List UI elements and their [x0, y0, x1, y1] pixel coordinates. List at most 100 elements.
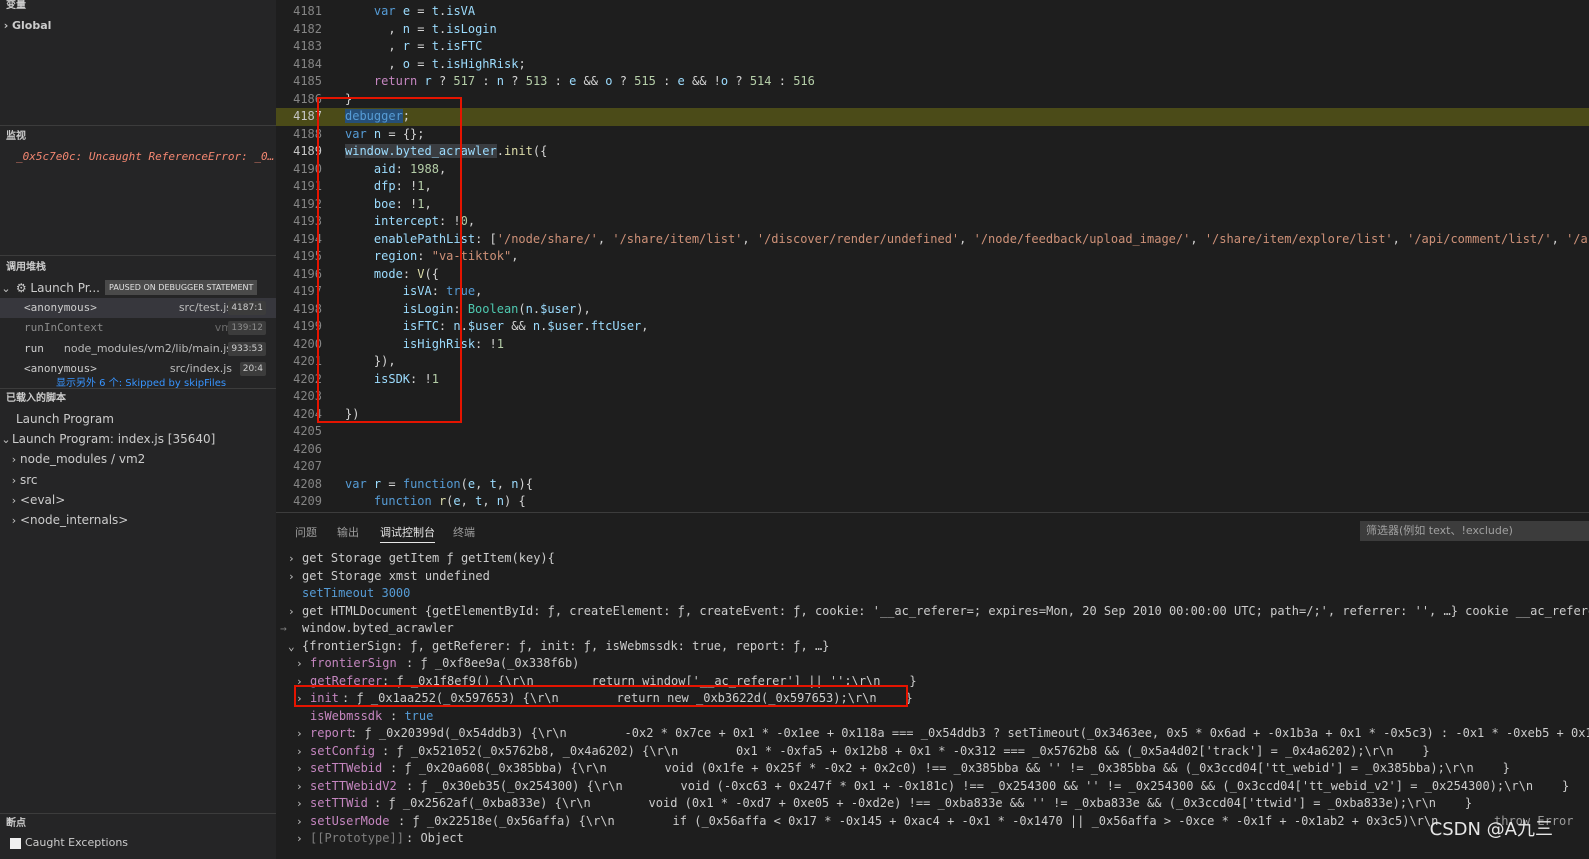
caught-exceptions-option[interactable]: Caught Exceptions [10, 833, 276, 853]
watch-section-header[interactable]: 监视 [0, 128, 276, 146]
loaded-scripts-section-header[interactable]: 已载入的脚本 [0, 390, 276, 408]
chevron-right-icon: › [11, 514, 17, 527]
callstack-session[interactable]: ⌄ ⚙ Launch Pr... PAUSED ON DEBUGGER STAT… [0, 278, 276, 298]
chevron-right-icon: › [3, 19, 9, 32]
tab-problems[interactable]: 问题 [295, 523, 317, 543]
skipped-frames-link[interactable]: 显示另外 6 个: Skipped by skipFiles [56, 377, 276, 388]
object-property[interactable]: › [[Prototype]]: Object [276, 830, 1589, 848]
stack-frame[interactable]: <anonymous> src/index.js 20:4 [0, 359, 276, 379]
tab-debug-console[interactable]: 调试控制台 [380, 523, 435, 543]
console-result-line[interactable]: ⌄ {frontierSign: ƒ, getReferer: ƒ, init: … [276, 638, 1589, 656]
debug-sidebar: 变量 › Global 监视 _0x5c7e0c: Uncaught Refere… [0, 0, 276, 859]
object-property[interactable]: › setTTWebid: ƒ _0x20a608(_0x385bba) {\r\… [276, 760, 1589, 778]
gear-icon: ⚙ [15, 281, 27, 295]
code-line: 4183 , r = t.isFTC [293, 39, 483, 53]
code-line: 4186} [293, 91, 353, 106]
code-line: 4197 isVA: true, [293, 284, 483, 298]
section-divider [0, 388, 276, 389]
chevron-right-icon: › [288, 552, 295, 565]
paused-status-badge: PAUSED ON DEBUGGER STATEMENT [105, 280, 258, 295]
chevron-right-icon: › [296, 779, 303, 793]
chevron-right-icon: › [296, 832, 303, 845]
stack-frame[interactable]: <anonymous> src/test.js 4187:1 [0, 298, 276, 318]
code-line: 4190 aid: 1988, [293, 161, 447, 176]
object-property[interactable]: › setTTWid: ƒ _0x2562af(_0xba833e) {\r\n … [276, 795, 1589, 813]
section-divider [0, 255, 276, 256]
chevron-right-icon: › [296, 692, 303, 705]
code-line: 4195 region: "va-tiktok", [293, 249, 519, 263]
script-folder[interactable]: › node_modules / vm2 [8, 449, 276, 469]
object-property[interactable]: › setConfig: ƒ _0x521052(_0x5762b8, _0x4a… [276, 743, 1589, 761]
chevron-down-icon: ⌄ [1, 282, 11, 295]
script-folder[interactable]: › <eval> [8, 490, 276, 510]
code-line: 4206 [293, 441, 322, 456]
code-line: 4205 [293, 424, 322, 438]
stack-frame[interactable]: run node_modules/vm2/lib/main.js 933:53 [0, 339, 276, 359]
chevron-right-icon: › [11, 474, 17, 487]
code-line: 4181 var e = t.isVA [293, 4, 476, 18]
code-line: 4196 mode: V({ [293, 266, 439, 281]
console-line[interactable]: › get Storage xmst undefined [276, 568, 1589, 586]
callstack-section-header[interactable]: 调用堆栈 [0, 259, 276, 277]
script-item[interactable]: ⌄Launch Program: index.js [35640] [0, 429, 276, 449]
code-line: 4201 }), [293, 354, 396, 368]
console-input-line: → window.byted_acrawler [276, 620, 1589, 638]
code-line: 4193 intercept: !0, [293, 214, 476, 228]
section-divider [0, 125, 276, 126]
code-line: 4207 [293, 459, 322, 473]
tab-output[interactable]: 输出 [337, 523, 359, 543]
code-line: 4191 dfp: !1, [293, 179, 432, 193]
object-property[interactable]: › frontierSign: ƒ _0xf8ee9a(_0x338f6b) [276, 655, 1589, 673]
code-line: 4203 [293, 389, 322, 403]
code-editor[interactable]: 4181 var e = t.isVA 4182 , n = t.isLogin… [276, 0, 1589, 512]
script-folder[interactable]: › src [8, 470, 276, 490]
chevron-down-icon: ⌄ [1, 433, 11, 446]
code-line: 4184 , o = t.isHighRisk; [293, 56, 526, 71]
chevron-right-icon: › [296, 727, 303, 740]
code-line: 4208 var r = function(e, t, n){ [293, 476, 533, 491]
code-line: 4199 isFTC: n.$user && n.$user.ftcUser, [293, 319, 649, 333]
code-line: 4194 enablePathList: ['/node/share/', '/… [293, 231, 1588, 246]
watch-expression[interactable]: _0x5c7e0c: Uncaught ReferenceError: _0… [16, 147, 276, 167]
script-item[interactable]: Launch Program [16, 409, 276, 429]
chevron-right-icon: › [288, 604, 295, 618]
object-property[interactable]: › setTTWebidV2: ƒ _0x30eb35(_0x254300) {\… [276, 778, 1589, 796]
chevron-right-icon: › [296, 744, 303, 758]
object-property[interactable]: › report: ƒ _0x20399d(_0x54ddb3) {\r\n -0… [276, 725, 1589, 743]
console-line[interactable]: › get Storage getItem ƒ getItem(key){ [276, 550, 1589, 568]
object-property[interactable]: › getReferer: ƒ _0x1f8ef9() {\r\n return … [276, 673, 1589, 691]
chevron-right-icon: › [296, 674, 303, 688]
code-line: 4204}) [293, 406, 360, 421]
current-execution-line: 4187 debugger; [276, 108, 1589, 126]
section-divider [0, 813, 276, 814]
chevron-right-icon: › [11, 494, 17, 507]
chevron-right-icon: › [296, 762, 303, 775]
console-line[interactable]: › get HTMLDocument {getElementById: ƒ, cr… [276, 603, 1589, 621]
chevron-right-icon: › [296, 814, 303, 828]
code-line: 4185 return r ? 517 : n ? 513 : e && o ?… [293, 74, 815, 88]
chevron-right-icon: › [288, 569, 295, 583]
object-property: isWebmssdk: true [310, 708, 434, 723]
console-filter-input[interactable]: 筛选器(例如 text、!exclude) [1360, 521, 1589, 541]
chevron-right-icon: › [296, 657, 303, 670]
chevron-down-icon: ⌄ [288, 639, 295, 653]
variables-section-header[interactable]: 变量 [0, 0, 276, 15]
code-line: 4200 isHighRisk: !1 [293, 336, 504, 351]
tab-terminal[interactable]: 终端 [453, 523, 475, 543]
code-line: 4188 var n = {}; [293, 126, 425, 141]
bottom-panel: 问题 输出 调试控制台 终端 筛选器(例如 text、!exclude) › ge… [276, 512, 1589, 859]
stack-frame[interactable]: runInContext vm 139:12 [0, 318, 276, 338]
checkbox[interactable] [10, 837, 21, 849]
object-property[interactable]: › setUserMode: ƒ _0x22518e(_0x56affa) {\r… [276, 813, 1589, 831]
code-line: 4182 , n = t.isLogin [293, 21, 497, 36]
object-property[interactable]: › init: ƒ _0x1aa252(_0x597653) {\r\n retu… [276, 690, 1589, 708]
breakpoints-section-header[interactable]: 断点 [0, 815, 276, 833]
script-folder[interactable]: › <node_internals> [8, 510, 276, 530]
code-line: 4192 boe: !1, [293, 196, 432, 211]
code-line: 4209 function r(e, t, n) { [293, 494, 526, 508]
code-line: 4189 window.byted_acrawler.init({ [293, 144, 548, 158]
code-line: 4202 isSDK: !1 [293, 371, 439, 386]
console-line: setTimeout 3000 [302, 586, 411, 600]
variables-global-scope[interactable]: › Global [0, 16, 276, 36]
code-line: 4198 isLogin: Boolean(n.$user), [293, 301, 591, 316]
